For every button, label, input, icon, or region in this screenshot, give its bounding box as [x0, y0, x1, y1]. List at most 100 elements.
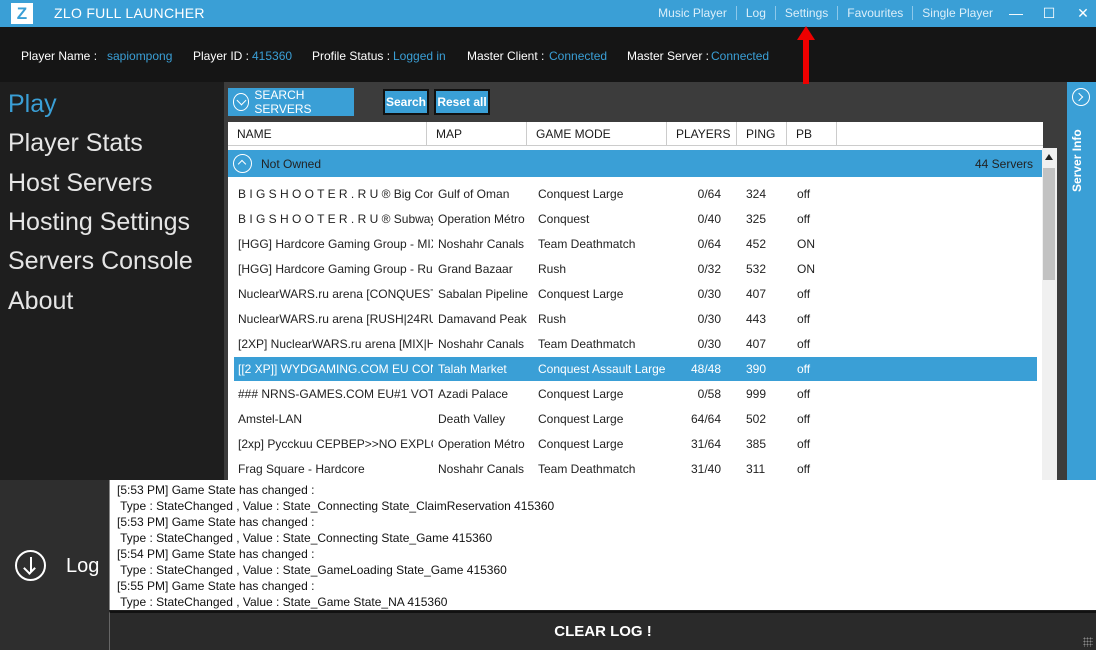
- menu-item-play[interactable]: Play: [8, 90, 57, 119]
- table-row[interactable]: [2xp] Pycckuu CEPBEP>>NO EXPLOSIVES Opera…: [234, 432, 1037, 456]
- ping-cell: 324: [746, 187, 767, 201]
- game-mode-cell: Conquest Large: [538, 387, 624, 401]
- log-line: Type : StateChanged , Value : State_Game…: [117, 595, 448, 609]
- server-name-cell: [2XP] NuclearWARS.ru arena [MIX|HARD: [238, 337, 433, 351]
- players-cell: 0/64: [697, 237, 721, 251]
- table-row[interactable]: [HGG] Hardcore Gaming Group - Rush Grand …: [234, 257, 1037, 281]
- launcher-window: Z ZLO FULL LAUNCHER Music Player Log Set…: [0, 0, 1096, 650]
- ping-cell: 452: [746, 237, 767, 251]
- table-row[interactable]: Frag Square - Hardcore Noshahr Canals Team…: [234, 457, 1037, 480]
- table-row[interactable]: [HGG] Hardcore Gaming Group - MIX Noshahr…: [234, 232, 1037, 256]
- scroll-thumb[interactable]: [1043, 168, 1055, 280]
- ping-cell: 999: [746, 387, 767, 401]
- ping-cell: 407: [746, 287, 767, 301]
- collapse-group-icon[interactable]: [233, 154, 252, 173]
- table-row[interactable]: ### NRNS-GAMES.COM EU#1 VOTE Azadi Palace…: [234, 382, 1037, 406]
- player-id-label: Player ID :: [193, 49, 250, 63]
- top-nav: Music Player Log Settings Favourites Sin…: [649, 6, 1002, 20]
- log-line: [5:54 PM] Game State has changed :: [117, 547, 315, 561]
- server-name-cell: [HGG] Hardcore Gaming Group - MIX: [238, 237, 433, 251]
- players-cell: 31/40: [690, 462, 721, 476]
- server-table: NAME MAP GAME MODE PLAYERS PING PB Not O…: [228, 122, 1043, 480]
- table-row[interactable]: [2XP] NuclearWARS.ru arena [MIX|HARD Nosh…: [234, 332, 1037, 356]
- table-row[interactable]: B I G S H O O T E R . R U ® Big Conquest…: [234, 182, 1037, 206]
- nav-music-player[interactable]: Music Player: [649, 6, 736, 20]
- server-info-panel-toggle[interactable]: Server Info: [1067, 82, 1096, 480]
- ping-cell: 502: [746, 412, 767, 426]
- app-logo-icon: Z: [11, 3, 33, 24]
- expand-arrow-icon[interactable]: [1072, 88, 1090, 106]
- log-line: [5:53 PM] Game State has changed :: [117, 515, 315, 529]
- clear-log-button[interactable]: CLEAR LOG !: [109, 611, 1096, 650]
- map-cell: Noshahr Canals: [438, 237, 525, 251]
- nav-log[interactable]: Log: [737, 6, 775, 20]
- column-header-pb[interactable]: PB: [787, 122, 837, 146]
- map-cell: Operation Métro: [438, 212, 525, 226]
- game-mode-cell: Conquest Assault Large: [538, 362, 666, 376]
- pb-cell: ON: [797, 262, 815, 276]
- menu-item-hosting-settings[interactable]: Hosting Settings: [8, 208, 190, 237]
- table-row[interactable]: NuclearWARS.ru arena [RUSH|24RUS Damavand…: [234, 307, 1037, 331]
- scroll-up-arrow-icon[interactable]: [1045, 154, 1053, 160]
- log-line: [5:55 PM] Game State has changed :: [117, 579, 315, 593]
- menu-item-player-stats[interactable]: Player Stats: [8, 129, 143, 158]
- ping-cell: 532: [746, 262, 767, 276]
- server-info-label: Server Info: [1070, 129, 1084, 192]
- game-mode-cell: Conquest: [538, 212, 590, 226]
- table-header: NAME MAP GAME MODE PLAYERS PING PB: [228, 122, 1043, 146]
- server-group-header[interactable]: Not Owned 44 Servers: [228, 150, 1043, 177]
- menu-item-about[interactable]: About: [8, 287, 73, 316]
- map-cell: Talah Market: [438, 362, 507, 376]
- table-row[interactable]: NuclearWARS.ru arena [CONQUEST|24 Sabalan…: [234, 282, 1037, 306]
- search-servers-toggle[interactable]: SEARCH SERVERS: [228, 88, 354, 116]
- players-cell: 0/58: [697, 387, 721, 401]
- maximize-button[interactable]: ☐: [1038, 3, 1060, 24]
- nav-favourites[interactable]: Favourites: [838, 6, 912, 20]
- players-cell: 31/64: [690, 437, 721, 451]
- reset-all-button[interactable]: Reset all: [434, 89, 490, 115]
- menu-item-servers-console[interactable]: Servers Console: [8, 247, 193, 276]
- pb-cell: off: [797, 387, 811, 401]
- menu-item-host-servers[interactable]: Host Servers: [8, 169, 152, 198]
- log-toggle[interactable]: Log: [0, 480, 109, 650]
- search-button[interactable]: Search: [383, 89, 429, 115]
- log-output: [5:53 PM] Game State has changed : Type …: [109, 480, 1096, 610]
- arrow-down-circle-icon[interactable]: [15, 550, 46, 581]
- map-cell: Grand Bazaar: [438, 262, 513, 276]
- players-cell: 0/32: [697, 262, 721, 276]
- close-button[interactable]: ✕: [1072, 3, 1094, 24]
- map-cell: Noshahr Canals: [438, 337, 525, 351]
- column-header-game-mode[interactable]: GAME MODE: [527, 122, 667, 146]
- players-cell: 0/30: [697, 312, 721, 326]
- ping-cell: 443: [746, 312, 767, 326]
- table-scrollbar[interactable]: [1042, 148, 1057, 480]
- pb-cell: off: [797, 187, 811, 201]
- table-row[interactable]: B I G S H O O T E R . R U ® Subway Rush O…: [234, 207, 1037, 231]
- server-name-cell: Frag Square - Hardcore: [238, 462, 365, 476]
- server-name-cell: Amstel-LAN: [238, 412, 303, 426]
- players-cell: 0/30: [697, 287, 721, 301]
- column-header-players[interactable]: PLAYERS: [667, 122, 737, 146]
- game-mode-cell: Conquest Large: [538, 412, 624, 426]
- master-server-label: Master Server :: [627, 49, 710, 63]
- table-row[interactable]: Amstel-LAN Death Valley Conquest Large 64/6…: [234, 407, 1037, 431]
- minimize-button[interactable]: —: [1005, 3, 1027, 24]
- player-name-value: sapiompong: [107, 49, 173, 63]
- map-cell: Azadi Palace: [438, 387, 509, 401]
- master-client-label: Master Client :: [467, 49, 545, 63]
- search-servers-label: SEARCH SERVERS: [254, 88, 312, 116]
- column-header-name[interactable]: NAME: [228, 122, 427, 146]
- nav-single-player[interactable]: Single Player: [913, 6, 1002, 20]
- resize-grip-icon[interactable]: [1083, 637, 1093, 647]
- clear-log-label: CLEAR LOG !: [554, 623, 652, 640]
- column-header-ping[interactable]: PING: [737, 122, 787, 146]
- column-header-map[interactable]: MAP: [427, 122, 527, 146]
- server-name-cell: B I G S H O O T E R . R U ® Subway Rush: [238, 212, 433, 226]
- map-cell: Damavand Peak: [438, 312, 527, 326]
- game-mode-cell: Conquest Large: [538, 187, 624, 201]
- game-mode-cell: Conquest Large: [538, 437, 624, 451]
- table-row-selected[interactable]: [[2 XP]] WYDGAMING.COM EU CONQUEST Talah …: [234, 357, 1037, 381]
- pb-cell: off: [797, 337, 811, 351]
- nav-settings[interactable]: Settings: [776, 6, 837, 20]
- red-annotation-arrow-icon: [797, 26, 815, 84]
